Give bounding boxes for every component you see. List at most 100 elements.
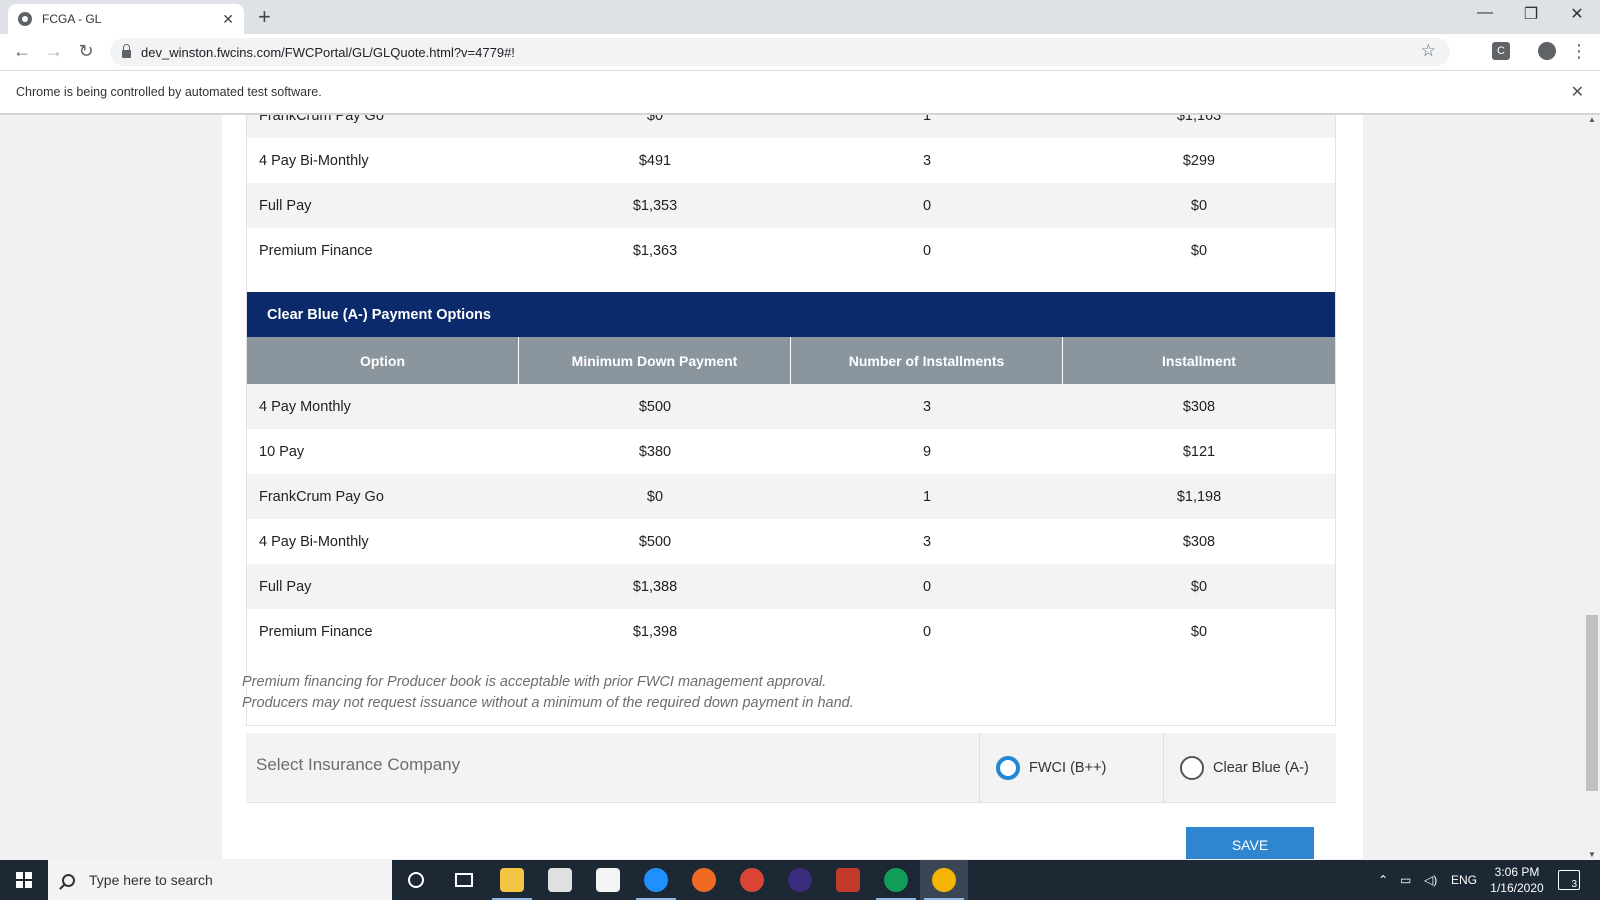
installment-cell: $0 [1190,578,1208,595]
installment-cell: $308 [1182,533,1216,550]
menu-dots-icon[interactable]: ⋮ [1570,42,1588,60]
radio-clear-blue[interactable]: Clear Blue (A-) [1163,733,1335,803]
installments-count-cell: 0 [922,197,932,214]
installments-count-cell: 3 [922,398,932,415]
min-down-cell: $0 [646,488,664,505]
installments-count-cell: 0 [922,623,932,640]
chrome-icon-2[interactable] [872,860,920,900]
tray-chevron-icon[interactable]: ⌃ [1378,860,1388,900]
note-line: Premium financing for Producer book is a… [242,674,827,690]
browser-tabbar: FCGA - GL ✕ + — ❐ ✕ [0,0,1600,34]
app-orange-icon[interactable] [680,860,728,900]
min-down-cell: $500 [638,533,672,550]
option-cell: Premium Finance [259,242,373,259]
scroll-up-icon[interactable]: ▲ [1584,115,1600,124]
store-icon[interactable] [536,860,584,900]
radio-label: Clear Blue (A-) [1213,760,1309,776]
radio-fwci[interactable]: FWCI (B++) [979,733,1163,803]
network-icon[interactable]: ▭ [1400,860,1411,900]
table-row: Premium Finance $1,398 0 $0 [247,609,1335,654]
option-cell: 4 Pay Bi-Monthly [259,533,369,550]
table-row: 10 Pay $380 9 $121 [247,429,1335,474]
min-down-cell: $491 [638,152,672,169]
table-row: 4 Pay Monthly $500 3 $308 [247,384,1335,429]
table-row: Full Pay $1,388 0 $0 [247,564,1335,609]
option-cell: Full Pay [259,578,312,595]
clock-time: 3:06 PM [1494,865,1540,879]
table-row: FrankCrum Pay Go $0 1 $1,163 [247,115,1335,138]
close-tab-icon[interactable]: ✕ [222,11,234,28]
taskbar-clock[interactable]: 3:06 PM 1/16/2020 [1482,864,1552,896]
save-button[interactable]: SAVE [1186,827,1314,859]
scrollbar-thumb[interactable] [1586,615,1598,791]
automation-infobar: Chrome is being controlled by automated … [0,70,1600,114]
extension-icon[interactable]: C [1492,42,1510,60]
close-infobar-icon[interactable]: ✕ [1571,82,1584,102]
windows-taskbar: Type here to search ⌃ ▭ ◁) ENG 3:06 PM 1… [0,860,1600,900]
notification-center-icon[interactable]: 3 [1558,870,1580,890]
option-cell: 4 Pay Bi-Monthly [259,152,369,169]
column-header-option: Option [247,337,519,384]
option-cell: Full Pay [259,197,312,214]
installments-count-cell: 3 [922,533,932,550]
new-tab-button[interactable]: + [258,4,271,30]
browser-tab[interactable]: FCGA - GL ✕ [8,4,244,34]
table-row: FrankCrum Pay Go $0 1 $1,198 [247,474,1335,519]
clock-date: 1/16/2020 [1490,881,1544,895]
cortana-icon[interactable] [392,860,440,900]
back-arrow-icon[interactable]: ← [10,41,34,62]
chrome-icon[interactable] [728,860,776,900]
browser-toolbar: ← → ↻ dev_winston.fwcins.com/FWCPortal/G… [0,34,1600,70]
bookmark-star-icon[interactable]: ☆ [1421,41,1436,61]
window-close-icon[interactable]: ✕ [1554,4,1600,24]
scroll-down-icon[interactable]: ▼ [1584,850,1600,859]
option-cell: 4 Pay Monthly [259,398,351,415]
column-header-min-down: Minimum Down Payment [519,337,791,384]
app-paint-icon[interactable] [824,860,872,900]
address-bar[interactable]: dev_winston.fwcins.com/FWCPortal/GL/GLQu… [110,38,1450,66]
taskbar-search[interactable]: Type here to search [48,860,392,900]
url-text: dev_winston.fwcins.com/FWCPortal/GL/GLQu… [141,44,515,60]
mail-icon[interactable] [584,860,632,900]
language-indicator[interactable]: ENG [1451,860,1477,900]
page-scrollbar[interactable]: ▲ ▼ [1584,115,1600,859]
installments-count-cell: 0 [922,578,932,595]
profile-icon[interactable] [1538,42,1556,60]
chrome-icon-active[interactable] [920,860,968,900]
minimize-icon[interactable]: — [1462,4,1508,22]
installments-count-cell: 1 [922,488,932,505]
fwci-payment-table: FrankCrum Pay Go $0 1 $1,163 4 Pay Bi-Mo… [247,115,1335,273]
option-cell: Premium Finance [259,623,373,640]
reload-icon[interactable]: ↻ [74,41,98,62]
radio-unselected-icon[interactable] [1180,756,1204,780]
start-button[interactable] [0,860,48,900]
installment-cell: $0 [1190,242,1208,259]
search-icon [62,873,75,887]
min-down-cell: $1,398 [632,623,678,640]
select-insurance-company-bar: Select Insurance Company FWCI (B++) Clea… [246,733,1336,803]
task-view-icon[interactable] [440,860,488,900]
installment-cell: $308 [1182,398,1216,415]
volume-icon[interactable]: ◁) [1424,860,1437,900]
installments-count-cell: 3 [922,152,932,169]
table-header: Option Minimum Down Payment Number of In… [247,337,1335,384]
section-title: Clear Blue (A-) Payment Options [247,292,1335,337]
eclipse-icon[interactable] [776,860,824,900]
radio-selected-icon[interactable] [996,756,1020,780]
installment-cell: $0 [1190,623,1208,640]
quote-card: FrankCrum Pay Go $0 1 $1,163 4 Pay Bi-Mo… [222,115,1363,859]
min-down-cell: $0 [646,115,664,124]
option-cell: FrankCrum Pay Go [259,115,384,124]
premium-financing-note: Premium financing for Producer book is a… [242,672,854,714]
restore-icon[interactable]: ❐ [1508,4,1554,24]
min-down-cell: $1,388 [632,578,678,595]
installments-count-cell: 1 [922,115,932,124]
min-down-cell: $380 [638,443,672,460]
table-row: 4 Pay Bi-Monthly $500 3 $308 [247,519,1335,564]
file-explorer-icon[interactable] [488,860,536,900]
globe-icon [18,12,32,26]
forward-arrow-icon[interactable]: → [42,41,66,62]
internet-explorer-icon[interactable] [632,860,680,900]
lock-icon [122,44,131,58]
installments-count-cell: 0 [922,242,932,259]
